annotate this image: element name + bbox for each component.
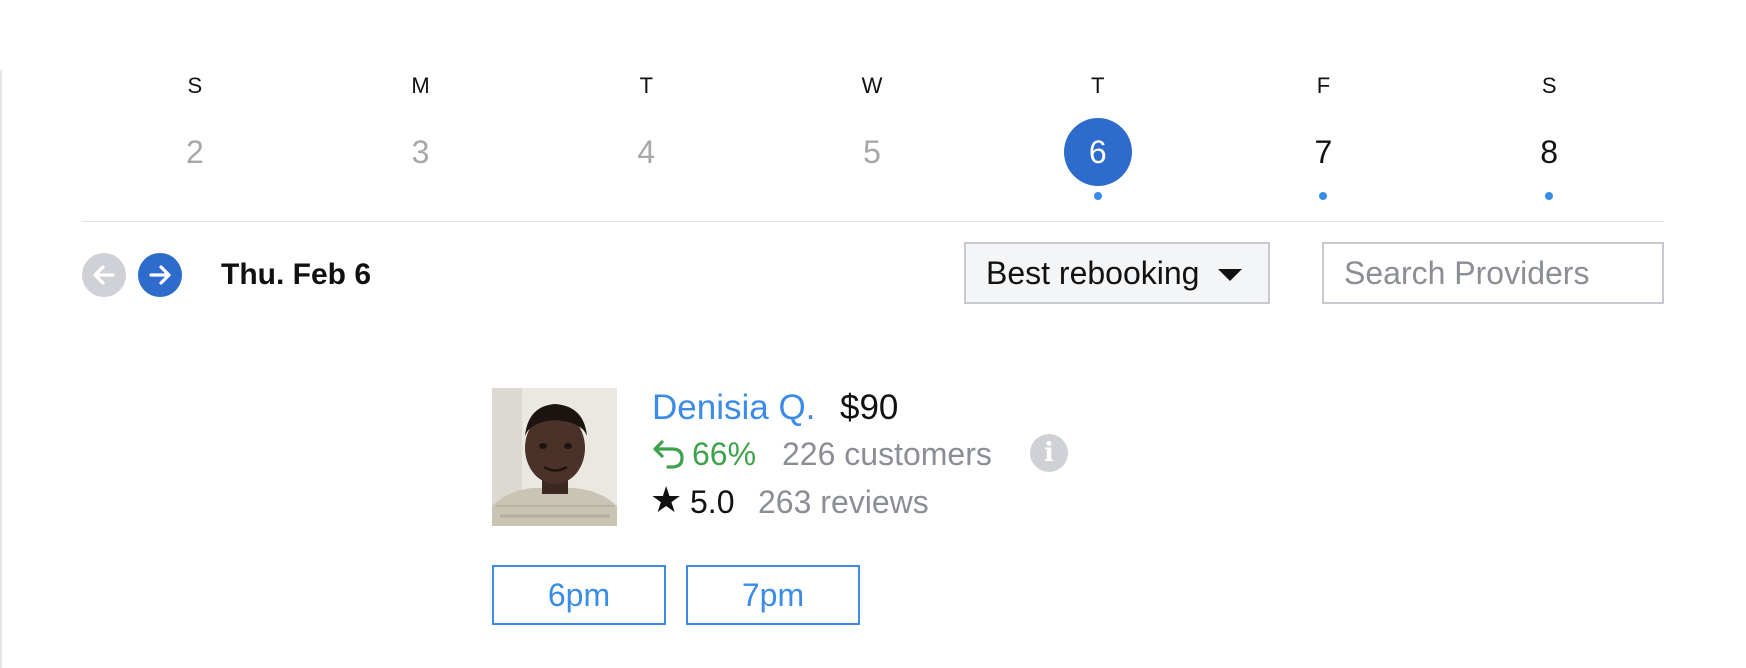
day-of-week-label: T <box>639 73 654 98</box>
sort-selected-value: Best rebooking <box>986 254 1200 291</box>
day-of-week-label: S <box>1541 73 1557 98</box>
search-providers-input[interactable] <box>1322 242 1664 304</box>
current-date-heading: Thu. Feb 6 <box>221 258 371 291</box>
day-monday[interactable]: M 3 <box>308 68 534 204</box>
day-of-week-label: M <box>411 73 430 98</box>
avatar[interactable] <box>492 388 617 526</box>
customer-count: 226 customers <box>782 436 992 472</box>
time-slot-button[interactable]: 7pm <box>686 565 860 625</box>
left-border <box>0 70 2 668</box>
provider-card: Denisia Q. $90 66% 226 customers i ★ 5.0… <box>492 388 1192 628</box>
sort-dropdown[interactable]: Best rebooking <box>964 242 1270 304</box>
day-sunday[interactable]: S 2 <box>82 68 308 204</box>
arrow-left-icon <box>93 265 115 285</box>
date-number[interactable]: 8 <box>1515 118 1583 186</box>
availability-dot <box>1093 192 1102 200</box>
day-of-week-label: S <box>187 73 203 98</box>
rating-value: 5.0 <box>690 484 735 520</box>
caret-down-icon <box>1218 269 1242 281</box>
selected-date-number[interactable]: 6 <box>1063 118 1132 186</box>
review-count[interactable]: 263 reviews <box>758 484 929 520</box>
day-wednesday[interactable]: W 5 <box>759 68 985 204</box>
date-number[interactable]: 2 <box>161 118 229 186</box>
day-saturday[interactable]: S 8 <box>1436 68 1662 204</box>
week-calendar: S 2 M 3 T 4 W 5 T 6 F 7 S 8 <box>82 68 1662 204</box>
arrow-right-icon <box>149 265 171 285</box>
day-thursday[interactable]: T 6 <box>985 68 1211 204</box>
date-number[interactable]: 4 <box>612 118 680 186</box>
day-tuesday[interactable]: T 4 <box>533 68 759 204</box>
availability-dot <box>1545 192 1554 200</box>
date-number[interactable]: 5 <box>838 118 906 186</box>
star-icon: ★ <box>650 479 683 520</box>
provider-price: $90 <box>840 388 899 427</box>
date-number[interactable]: 3 <box>387 118 455 186</box>
provider-photo <box>492 388 617 526</box>
info-icon[interactable]: i <box>1030 434 1068 472</box>
date-number[interactable]: 7 <box>1289 118 1357 186</box>
day-of-week-label: T <box>1091 73 1105 98</box>
divider <box>82 221 1664 222</box>
day-friday[interactable]: F 7 <box>1211 68 1437 204</box>
rebooking-rate: 66% <box>692 436 757 472</box>
day-of-week-label: F <box>1316 73 1331 98</box>
rebook-arrow-icon <box>653 440 684 469</box>
time-slot-button[interactable]: 6pm <box>492 565 666 625</box>
provider-name-link[interactable]: Denisia Q. <box>652 388 815 428</box>
time-slots: 6pm 7pm <box>492 565 860 625</box>
previous-day-button[interactable] <box>82 253 126 297</box>
next-day-button[interactable] <box>138 253 182 297</box>
availability-dot <box>1319 192 1328 200</box>
booking-page: S 2 M 3 T 4 W 5 T 6 F 7 S 8 Thu. Feb 6 B… <box>0 0 1746 668</box>
day-of-week-label: W <box>861 73 883 98</box>
